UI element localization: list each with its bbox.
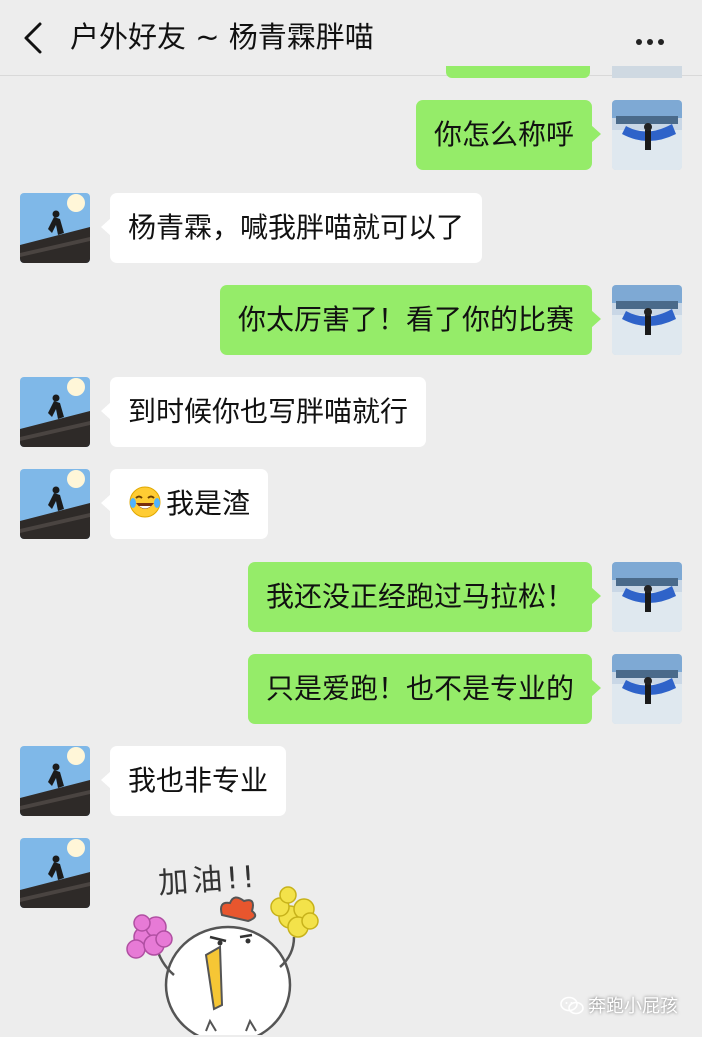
friend-avatar[interactable]: [20, 746, 90, 816]
cheering-chick-sticker[interactable]: [110, 845, 330, 1035]
chevron-left-icon[interactable]: [20, 20, 50, 56]
tears-of-joy-emoji-icon: [129, 486, 161, 518]
outgoing-message-bubble[interactable]: 你太厉害了！看了你的比赛: [219, 285, 602, 355]
my-avatar[interactable]: [612, 562, 682, 632]
chat-header: 户外好友 ~ 杨青霖胖喵: [0, 0, 702, 76]
my-avatar[interactable]: [612, 654, 682, 724]
chat-title: 户外好友 ~ 杨青霖胖喵: [70, 20, 374, 54]
outgoing-message-bubble[interactable]: 你怎么称呼: [415, 100, 602, 170]
outgoing-message-bubble[interactable]: 我还没正经跑过马拉松！: [247, 562, 602, 632]
my-avatar[interactable]: [612, 285, 682, 355]
previous-message-avatar: [612, 66, 682, 78]
friend-avatar[interactable]: [20, 838, 90, 908]
more-dots-icon[interactable]: [636, 30, 672, 45]
friend-avatar[interactable]: [20, 469, 90, 539]
my-avatar[interactable]: [612, 100, 682, 170]
friend-avatar[interactable]: [20, 193, 90, 263]
incoming-message-bubble[interactable]: 到时候你也写胖喵就行: [100, 377, 427, 447]
outgoing-message-bubble[interactable]: 只是爱跑！也不是专业的: [247, 654, 602, 724]
message-text: 我是渣: [166, 487, 251, 520]
watermark-text: 奔跑小屁孩: [588, 996, 678, 1017]
incoming-message-bubble[interactable]: 我也非专业: [100, 746, 287, 816]
friend-avatar[interactable]: [20, 377, 90, 447]
incoming-message-bubble[interactable]: 杨青霖，喊我胖喵就可以了: [100, 193, 483, 263]
incoming-message-bubble[interactable]: 我是渣: [100, 469, 269, 539]
watermark: 奔跑小屁孩: [560, 992, 678, 1018]
previous-message-bubble: [446, 66, 590, 78]
wechat-icon: [560, 996, 584, 1015]
